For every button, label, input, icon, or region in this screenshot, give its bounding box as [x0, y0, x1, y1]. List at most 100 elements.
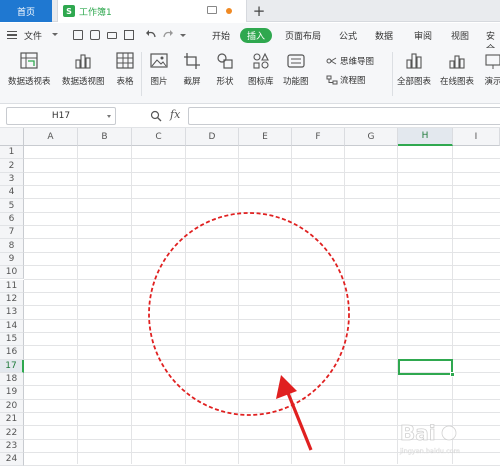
file-menu[interactable]: 文件: [24, 29, 42, 42]
row-header-11[interactable]: 11: [0, 279, 24, 293]
pivot-table-icon: [20, 52, 38, 69]
pivot-table-button[interactable]: 数据透视表: [8, 51, 51, 87]
row-header-18[interactable]: 18: [0, 372, 24, 387]
workbook-tab-label: 工作簿1: [79, 7, 112, 18]
online-charts-button[interactable]: 在线图表: [440, 51, 474, 87]
tab-page-layout[interactable]: 页面布局: [285, 29, 321, 42]
quick-access-more-icon[interactable]: [180, 34, 186, 37]
gridline-horizontal: [24, 398, 500, 400]
unsaved-dot-icon: [226, 8, 232, 14]
gridline-horizontal: [24, 198, 500, 200]
row-header-22[interactable]: 22: [0, 426, 24, 440]
tab-workbook[interactable]: S 工作簿1: [57, 0, 247, 22]
gridline-horizontal: [24, 278, 500, 280]
paw-icon: [441, 425, 457, 441]
all-charts-button[interactable]: 全部图表: [397, 51, 431, 87]
row-header-12[interactable]: 12: [0, 292, 24, 307]
column-header-g[interactable]: G: [345, 128, 398, 146]
row-header-24[interactable]: 24: [0, 453, 24, 466]
save-icon[interactable]: [73, 30, 83, 40]
presentation-icon: [485, 54, 500, 69]
spreadsheet-logo-icon: S: [63, 5, 75, 17]
picture-label: 图片: [150, 77, 168, 87]
column-header-b[interactable]: B: [78, 128, 132, 146]
row-header-2[interactable]: 2: [0, 159, 24, 173]
tab-view[interactable]: 视图: [451, 29, 469, 42]
gridline-horizontal: [24, 225, 500, 227]
row-header-10[interactable]: 10: [0, 266, 24, 280]
row-header-5[interactable]: 5: [0, 199, 24, 213]
fill-handle[interactable]: [450, 372, 455, 377]
flowchart-icon: [326, 75, 338, 85]
print-preview-icon[interactable]: [124, 30, 134, 40]
column-header-e[interactable]: E: [239, 128, 292, 146]
pivot-chart-label: 数据透视图: [62, 77, 105, 87]
column-header-a[interactable]: A: [24, 128, 78, 146]
column-header-d[interactable]: D: [186, 128, 239, 146]
flowchart-button[interactable]: 流程图: [326, 74, 366, 86]
flowchart-label: 流程图: [340, 76, 366, 86]
icon-library-button[interactable]: 图标库: [248, 51, 274, 87]
row-header-23[interactable]: 23: [0, 439, 24, 454]
tab-home-ribbon[interactable]: 开始: [212, 29, 230, 42]
tab-data[interactable]: 数据: [375, 29, 393, 42]
selected-cell-h17[interactable]: [398, 359, 453, 375]
online-charts-icon: [449, 55, 465, 69]
new-tab-button[interactable]: +: [251, 1, 267, 21]
column-header-f[interactable]: F: [292, 128, 345, 146]
gridline-horizontal: [24, 345, 500, 347]
tab-insert[interactable]: 插入: [240, 28, 272, 43]
file-menu-chevron-icon[interactable]: [52, 33, 58, 36]
row-header-13[interactable]: 13: [0, 306, 24, 320]
gridline-horizontal: [24, 412, 500, 413]
row-header-8[interactable]: 8: [0, 239, 24, 253]
column-header-h[interactable]: H: [398, 128, 453, 146]
undo-icon[interactable]: [145, 28, 157, 42]
pivot-chart-button[interactable]: 数据透视图: [62, 51, 105, 87]
export-pdf-icon[interactable]: [90, 30, 100, 40]
row-header-3[interactable]: 3: [0, 172, 24, 187]
pivot-table-label: 数据透视表: [8, 77, 51, 87]
row-header-14[interactable]: 14: [0, 319, 24, 333]
presentation-button[interactable]: 演示: [482, 51, 500, 87]
redo-icon[interactable]: [162, 28, 174, 42]
print-icon[interactable]: [107, 32, 117, 39]
function-chart-button[interactable]: 功能图: [283, 51, 309, 87]
mindmap-button[interactable]: 思维导图: [326, 55, 374, 67]
zoom-search-icon[interactable]: [150, 110, 162, 122]
insert-function-button[interactable]: fx: [170, 108, 180, 121]
shapes-button[interactable]: 形状: [214, 51, 236, 87]
gridline-horizontal: [24, 158, 500, 160]
table-button[interactable]: 表格: [114, 51, 136, 87]
row-header-20[interactable]: 20: [0, 399, 24, 413]
row-header-6[interactable]: 6: [0, 212, 24, 227]
formula-input[interactable]: [188, 107, 500, 125]
tab-review[interactable]: 审阅: [414, 29, 432, 42]
row-header-4[interactable]: 4: [0, 186, 24, 200]
picture-button[interactable]: 图片: [148, 51, 170, 87]
row-header-21[interactable]: 21: [0, 413, 24, 427]
picture-icon: [150, 53, 168, 68]
screenshot-button[interactable]: 截屏: [181, 51, 203, 87]
row-header-1[interactable]: 1: [0, 146, 24, 160]
hamburger-icon[interactable]: [7, 31, 17, 39]
row-header-9[interactable]: 9: [0, 252, 24, 267]
gridline-horizontal: [24, 331, 500, 333]
tab-formulas[interactable]: 公式: [339, 29, 357, 42]
name-box[interactable]: H17: [6, 107, 116, 125]
column-header-i[interactable]: I: [453, 128, 500, 146]
row-header-7[interactable]: 7: [0, 226, 24, 240]
tab-home[interactable]: 首页: [0, 0, 52, 22]
select-all-corner[interactable]: [0, 128, 24, 146]
gridline-horizontal: [24, 318, 500, 320]
monitor-icon[interactable]: [207, 6, 217, 14]
column-header-c[interactable]: C: [132, 128, 186, 146]
row-header-19[interactable]: 19: [0, 386, 24, 400]
gridline-horizontal: [24, 291, 500, 293]
icon-library-label: 图标库: [248, 77, 274, 87]
row-header-15[interactable]: 15: [0, 332, 24, 347]
row-header-16[interactable]: 16: [0, 346, 24, 360]
row-header-17[interactable]: 17: [0, 359, 24, 373]
name-box-value: H17: [51, 111, 71, 121]
name-box-chevron-icon[interactable]: [107, 115, 111, 118]
